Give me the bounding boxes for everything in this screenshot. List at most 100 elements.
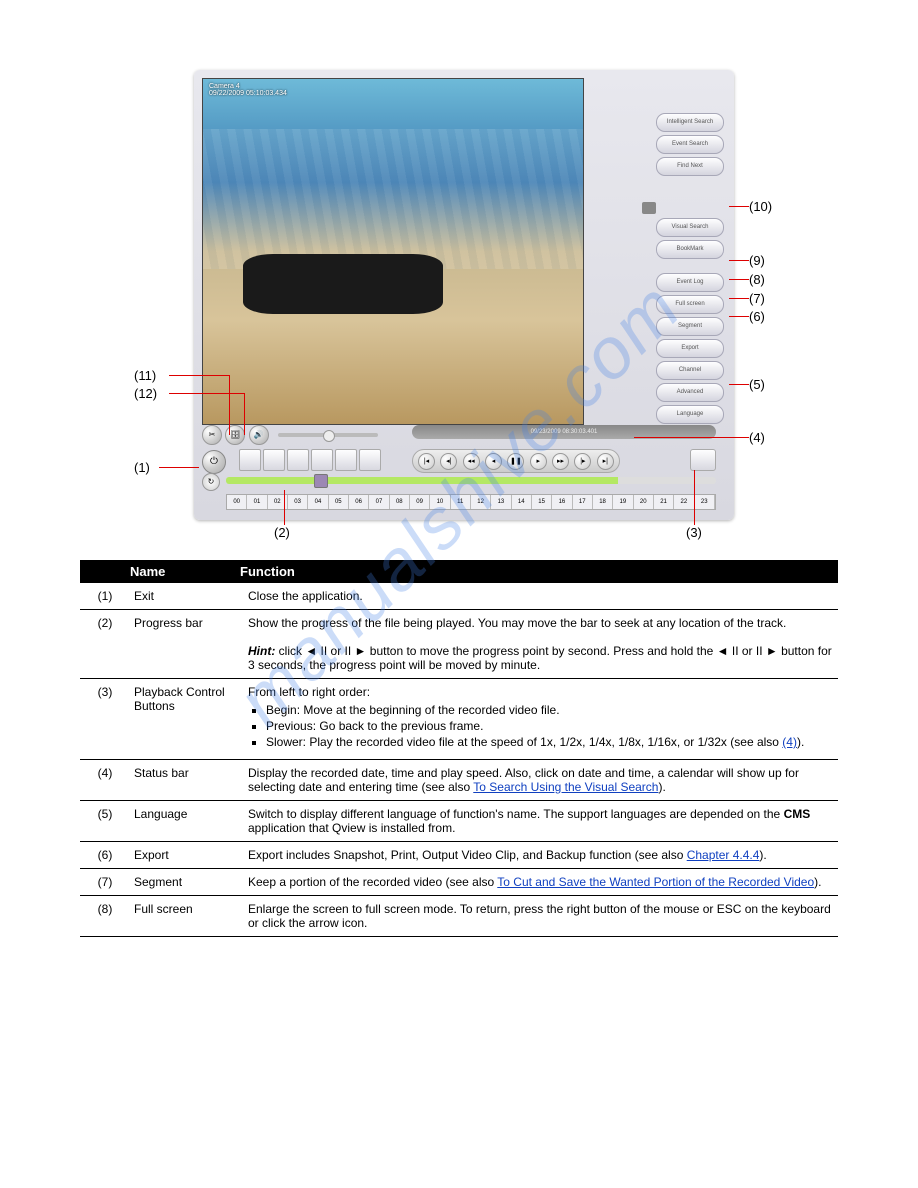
row-num: (7) [80, 869, 130, 896]
row-desc: Switch to display different language of … [244, 801, 838, 842]
row-num: (5) [80, 801, 130, 842]
callout-11: (11) [134, 368, 156, 383]
row-desc: Export includes Snapshot, Print, Output … [244, 842, 838, 869]
event-search-button[interactable]: Event Search [656, 135, 724, 154]
callout-6: (6) [749, 309, 765, 324]
volume-slider[interactable] [278, 433, 378, 437]
callout-2: (2) [274, 525, 290, 540]
row-num: (4) [80, 760, 130, 801]
row-name: Playback Control Buttons [130, 679, 244, 760]
see-also-link[interactable]: To Search Using the Visual Search [473, 780, 658, 794]
header-name: Name [130, 564, 240, 579]
video-viewport: Camera 4 09/22/2009 05:10:03.434 [202, 78, 584, 425]
row-name: Segment [130, 869, 244, 896]
functions-table: (1) Exit Close the application. (2) Prog… [80, 583, 838, 937]
table-row: (1) Exit Close the application. [80, 583, 838, 610]
row-desc: Keep a portion of the recorded video (se… [244, 869, 838, 896]
player-figure: Camera 4 09/22/2009 05:10:03.434 Intelli… [134, 70, 784, 540]
progress-handle[interactable] [314, 474, 328, 488]
row-num: (6) [80, 842, 130, 869]
table-row: (4) Status bar Display the recorded date… [80, 760, 838, 801]
leader-11 [169, 375, 229, 376]
hour-ruler[interactable]: 0001020304050607080910111213141516171819… [226, 494, 716, 510]
callout-3: (3) [686, 525, 702, 540]
callout-10: (10) [749, 199, 772, 214]
hint-text: click ◄ II or II ► button to move the pr… [248, 644, 832, 672]
row-name: Status bar [130, 760, 244, 801]
callout-8: (8) [749, 272, 765, 287]
scene-baggage-belt [243, 254, 443, 314]
play-button[interactable]: ▸ [530, 453, 547, 470]
row-desc: Show the progress of the file being play… [244, 610, 838, 679]
leader-1 [159, 467, 199, 468]
filmstrip-button[interactable] [690, 449, 716, 471]
table-row: (3) Playback Control Buttons From left t… [80, 679, 838, 760]
table-row: (7) Segment Keep a portion of the record… [80, 869, 838, 896]
leader-11b [229, 375, 230, 435]
table-header: Name Function [80, 560, 838, 583]
tool-button-1[interactable]: ✂ [202, 425, 222, 445]
layout-buttons[interactable] [239, 449, 383, 474]
table-row: (6) Export Export includes Snapshot, Pri… [80, 842, 838, 869]
bookmark-button[interactable]: BookMark [656, 240, 724, 259]
loop-icon[interactable]: ↻ [202, 473, 220, 491]
callout-1: (1) [134, 460, 150, 475]
visual-search-button[interactable]: Visual Search [656, 218, 724, 237]
row-num: (2) [80, 610, 130, 679]
sound-icon[interactable]: 🔊 [249, 425, 269, 445]
export-button[interactable]: Export [656, 339, 724, 358]
segment-button[interactable]: Segment [656, 317, 724, 336]
callout-7: (7) [749, 291, 765, 306]
see-also-link[interactable]: Chapter 4.4.4 [687, 848, 760, 862]
list-item: Begin: Move at the beginning of the reco… [266, 703, 834, 717]
callout-5: (5) [749, 377, 765, 392]
row-num: (3) [80, 679, 130, 760]
advanced-button[interactable]: Advanced [656, 383, 724, 402]
ffwd-button[interactable]: ▸▸ [552, 453, 569, 470]
callout-12: (12) [134, 386, 157, 401]
channel-button[interactable]: Channel [656, 361, 724, 380]
row-name: Full screen [130, 896, 244, 937]
list-item: Previous: Go back to the previous frame. [266, 719, 834, 733]
leader-4 [634, 437, 749, 438]
camera-label: Camera 4 [209, 83, 287, 90]
leader-12 [169, 393, 244, 394]
leader-2 [284, 490, 285, 525]
rewind-button[interactable]: ◂◂ [463, 453, 480, 470]
see-also-link[interactable]: To Cut and Save the Wanted Portion of th… [497, 875, 814, 889]
row-num: (8) [80, 896, 130, 937]
callout-4: (4) [749, 430, 765, 445]
begin-button[interactable]: |◂ [418, 453, 435, 470]
find-next-button[interactable]: Find Next [656, 157, 724, 176]
table-row: (8) Full screen Enlarge the screen to fu… [80, 896, 838, 937]
leader-7 [729, 298, 749, 299]
leader-6 [729, 316, 749, 317]
event-log-button[interactable]: Event Log [656, 273, 724, 292]
side-button-column: Intelligent Search Event Search Find Nex… [594, 110, 724, 427]
prev-frame-button[interactable]: ◂| [440, 453, 457, 470]
row-desc: From left to right order: Begin: Move at… [244, 679, 838, 760]
pause-button[interactable]: ❚❚ [507, 453, 524, 470]
play-rev-button[interactable]: ◂ [485, 453, 502, 470]
list-item: Slower: Play the recorded video file at … [266, 735, 834, 749]
progress-bar[interactable] [226, 477, 716, 484]
hint-label: Hint: [248, 644, 275, 658]
full-screen-button[interactable]: Full screen [656, 295, 724, 314]
playback-controls: |◂ ◂| ◂◂ ◂ ❚❚ ▸ ▸▸ |▸ ▸| [412, 449, 620, 473]
leader-10 [729, 206, 749, 207]
row-name: Export [130, 842, 244, 869]
video-osd: Camera 4 09/22/2009 05:10:03.434 [209, 83, 287, 97]
row-name: Language [130, 801, 244, 842]
video-timestamp: 09/22/2009 05:10:03.434 [209, 90, 287, 97]
exit-button[interactable]: ⏻ [202, 450, 226, 474]
next-frame-button[interactable]: |▸ [574, 453, 591, 470]
table-row: (5) Language Switch to display different… [80, 801, 838, 842]
table-row: (2) Progress bar Show the progress of th… [80, 610, 838, 679]
language-button[interactable]: Language [656, 405, 724, 424]
intelligent-search-button[interactable]: Intelligent Search [656, 113, 724, 132]
leader-5 [729, 384, 749, 385]
see-also-link[interactable]: (4) [782, 735, 797, 749]
leader-12b [244, 393, 245, 435]
row-name: Exit [130, 583, 244, 610]
end-button[interactable]: ▸| [597, 453, 614, 470]
